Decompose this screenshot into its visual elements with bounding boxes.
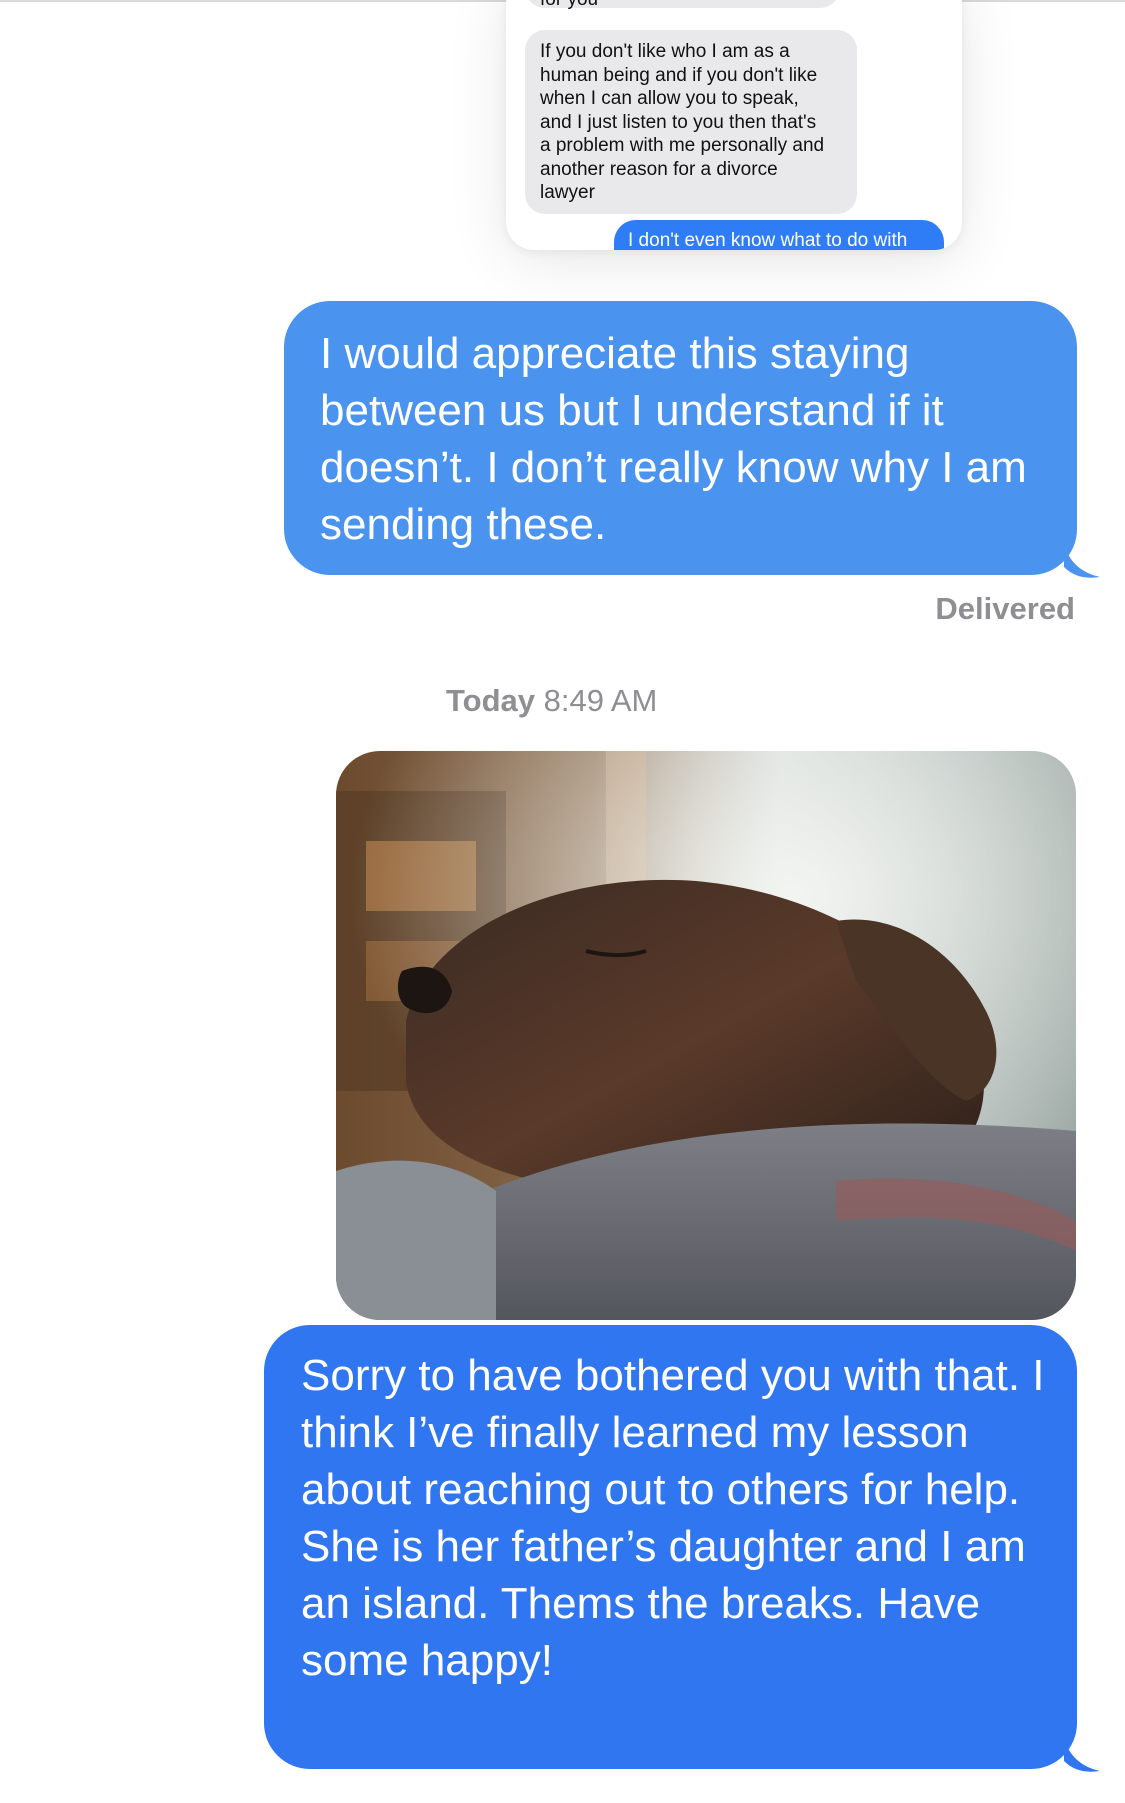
outgoing-message[interactable]: I would appreciate this staying between …	[284, 301, 1077, 575]
outgoing-message[interactable]: Sorry to have bothered you with that. I …	[264, 1325, 1077, 1769]
bubble-tail-icon	[1064, 545, 1100, 578]
embedded-message-bubble: for you	[525, 0, 840, 10]
bubble-tail-icon	[1064, 1739, 1100, 1772]
message-text: I would appreciate this staying between …	[320, 329, 1027, 549]
timestamp-day: Today	[446, 683, 535, 718]
message-text: Sorry to have bothered you with that. I …	[301, 1351, 1045, 1685]
photo-attachment[interactable]	[336, 751, 1076, 1320]
embedded-sent-bubble: I don't even know what to do with	[614, 220, 944, 250]
message-timestamp: Today 8:49 AM	[446, 683, 657, 719]
embedded-screenshot[interactable]: for you If you don't like who I am as a …	[506, 0, 962, 250]
delivered-status: Delivered	[935, 591, 1075, 626]
embedded-message-bubble: If you don't like who I am as a human be…	[525, 30, 857, 214]
sleeping-dog-photo-icon	[336, 751, 1076, 1320]
timestamp-time: 8:49 AM	[543, 683, 658, 718]
